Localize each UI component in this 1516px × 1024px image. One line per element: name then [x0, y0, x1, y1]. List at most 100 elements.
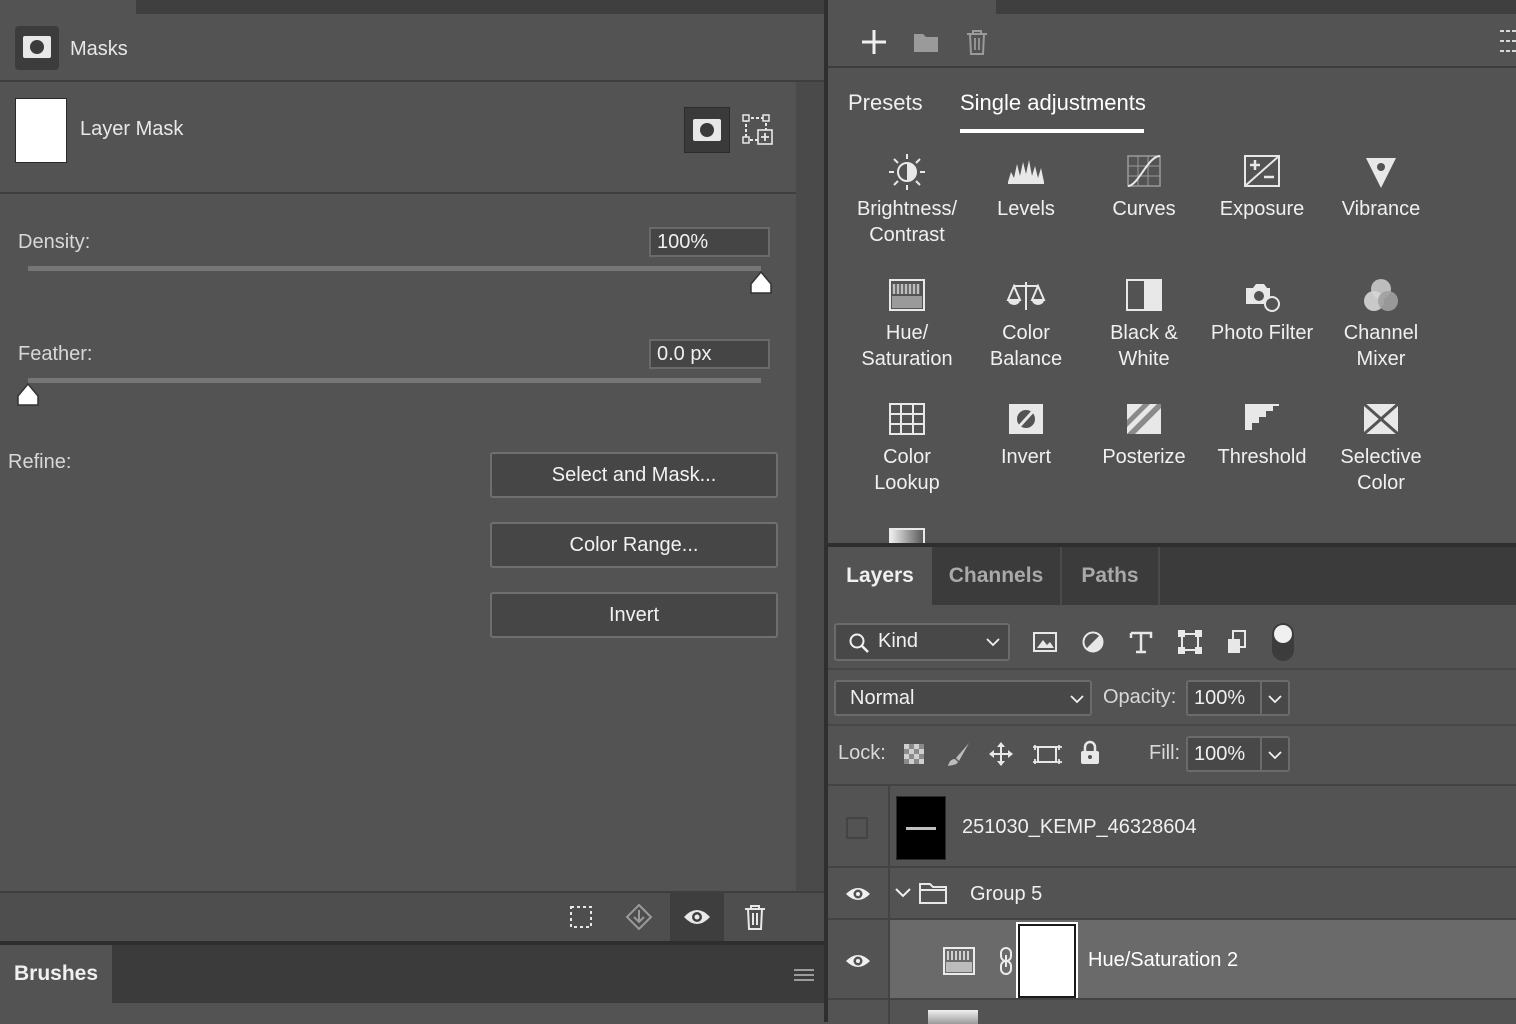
panel-tab-strip — [828, 0, 1516, 14]
layer-row[interactable] — [828, 998, 1516, 1024]
load-selection-icon[interactable] — [568, 904, 594, 930]
adjustment-label: Hue/ — [885, 322, 929, 344]
invert-button[interactable]: Invert — [490, 592, 778, 638]
adjustment-vibrance[interactable]: Vibrance — [1322, 152, 1440, 222]
scrollbar[interactable] — [796, 82, 824, 892]
tab-channels[interactable]: Channels — [934, 547, 1058, 605]
adjustment-posterize[interactable]: Posterize — [1085, 400, 1203, 470]
adjustment-black-white[interactable]: Black & White — [1085, 276, 1203, 372]
adjustment-selective-color[interactable]: Selective Color — [1322, 400, 1440, 496]
adjustment-photo-filter[interactable]: Photo Filter — [1203, 276, 1321, 346]
filter-kind-dropdown[interactable]: Kind — [834, 623, 1010, 661]
opacity-input[interactable]: 100% — [1186, 680, 1290, 716]
panel-tab-strip — [0, 0, 824, 14]
gradient-map-icon[interactable] — [888, 527, 926, 543]
adjustment-layer-filter-icon[interactable] — [1081, 630, 1105, 654]
layer-mask-thumbnail[interactable] — [15, 98, 67, 163]
folder-icon[interactable] — [912, 30, 940, 54]
blend-mode-label: Normal — [850, 687, 915, 709]
density-slider-track[interactable] — [28, 266, 761, 271]
eye-icon[interactable] — [844, 883, 872, 905]
adjustment-label: Exposure — [1219, 198, 1305, 220]
masks-panel-icon — [15, 26, 59, 70]
adjustment-curves[interactable]: Curves — [1085, 152, 1203, 222]
panel-menu-icon[interactable] — [794, 967, 814, 983]
type-layer-filter-icon[interactable] — [1128, 629, 1154, 655]
toggle-mask-visibility-button[interactable] — [670, 893, 724, 941]
pixel-layer-filter-icon[interactable] — [1032, 630, 1058, 654]
adjustment-color-lookup[interactable]: Color Lookup — [848, 400, 966, 496]
filter-toggle-switch[interactable] — [1272, 623, 1294, 661]
select-and-mask-button[interactable]: Select and Mask... — [490, 452, 778, 498]
shape-layer-filter-icon[interactable] — [1177, 629, 1203, 655]
adjustment-label: Color — [883, 446, 931, 468]
fill-input[interactable]: 100% — [1186, 736, 1290, 772]
chevron-down-icon — [1268, 751, 1282, 760]
adjustment-label: Black & — [1110, 322, 1178, 344]
feather-input[interactable]: 0.0 px — [649, 339, 770, 369]
chevron-down-icon — [986, 638, 1000, 647]
layer-row[interactable]: 251030_KEMP_46328604 — [828, 784, 1516, 870]
apply-mask-icon[interactable] — [624, 902, 654, 932]
color-lookup-icon — [889, 403, 925, 435]
delete-mask-icon[interactable] — [742, 903, 768, 931]
adjustment-threshold[interactable]: Threshold — [1203, 400, 1321, 470]
layer-mask-thumbnail[interactable] — [1016, 922, 1078, 1000]
lock-image-pixels-icon[interactable] — [946, 741, 972, 767]
add-vector-mask-button[interactable] — [742, 112, 776, 148]
divider — [828, 66, 1516, 68]
feather-slider-thumb[interactable] — [16, 382, 40, 408]
search-icon — [849, 633, 869, 653]
adjustment-hue-saturation[interactable]: Hue/ Saturation — [848, 276, 966, 372]
blend-mode-dropdown[interactable]: Normal — [834, 680, 1092, 716]
black-white-icon — [1126, 279, 1162, 311]
layer-name: Group 5 — [970, 883, 1043, 905]
density-input[interactable]: 100% — [649, 227, 770, 257]
layer-row-selected[interactable]: Hue/Saturation 2 — [828, 918, 1516, 1002]
density-slider-thumb[interactable] — [749, 270, 773, 296]
adjustment-color-balance[interactable]: Color Balance — [967, 276, 1085, 372]
adjustment-label: Color — [1357, 472, 1405, 494]
feather-slider-track[interactable] — [28, 378, 761, 383]
color-balance-icon — [1006, 282, 1046, 310]
layer-row-group[interactable]: Group 5 — [828, 866, 1516, 922]
add-icon[interactable] — [860, 28, 888, 56]
layer-thumbnail — [896, 796, 946, 860]
levels-icon — [1008, 160, 1044, 184]
chevron-down-icon[interactable] — [894, 886, 912, 900]
tab-layers[interactable]: Layers — [828, 547, 932, 605]
tab-presets[interactable]: Presets — [848, 90, 923, 116]
link-icon[interactable] — [996, 946, 1016, 976]
opacity-label: Opacity: — [1103, 686, 1177, 708]
panel-menu-icon[interactable] — [1496, 28, 1516, 56]
visibility-toggle-off[interactable] — [846, 817, 868, 839]
adjustment-invert[interactable]: Invert — [967, 400, 1085, 470]
adjustment-levels[interactable]: Levels — [967, 152, 1085, 222]
trash-icon[interactable] — [964, 28, 990, 56]
lock-all-icon[interactable] — [1079, 740, 1101, 766]
adjustment-label: Mixer — [1356, 348, 1406, 370]
divider — [0, 192, 796, 194]
curves-icon — [1127, 155, 1161, 187]
adjustment-label: Levels — [997, 198, 1055, 220]
adjustment-brightness-contrast[interactable]: Brightness/ Contrast — [848, 152, 966, 248]
photo-filter-icon — [1246, 284, 1280, 312]
adjustment-label: Vibrance — [1341, 198, 1421, 220]
eye-icon[interactable] — [844, 950, 872, 972]
smart-object-filter-icon[interactable] — [1226, 629, 1250, 655]
adjustment-label: Threshold — [1217, 446, 1307, 468]
color-range-button[interactable]: Color Range... — [490, 522, 778, 568]
adjustment-label: White — [1118, 348, 1170, 370]
lock-artboard-icon[interactable] — [1032, 741, 1062, 767]
lock-position-icon[interactable] — [988, 741, 1014, 767]
adjustment-channel-mixer[interactable]: Channel Mixer — [1322, 276, 1440, 372]
brushes-tab[interactable]: Brushes — [0, 945, 112, 1003]
lock-transparent-pixels-icon[interactable] — [903, 743, 925, 765]
tab-paths[interactable]: Paths — [1060, 547, 1160, 605]
tab-single-adjustments[interactable]: Single adjustments — [960, 90, 1146, 116]
adjustment-exposure[interactable]: Exposure — [1203, 152, 1321, 222]
adjustment-label: Posterize — [1102, 446, 1186, 468]
filter-kind-label: Kind — [878, 630, 919, 652]
select-pixel-mask-button[interactable] — [684, 107, 730, 153]
feather-label: Feather: — [18, 343, 93, 365]
